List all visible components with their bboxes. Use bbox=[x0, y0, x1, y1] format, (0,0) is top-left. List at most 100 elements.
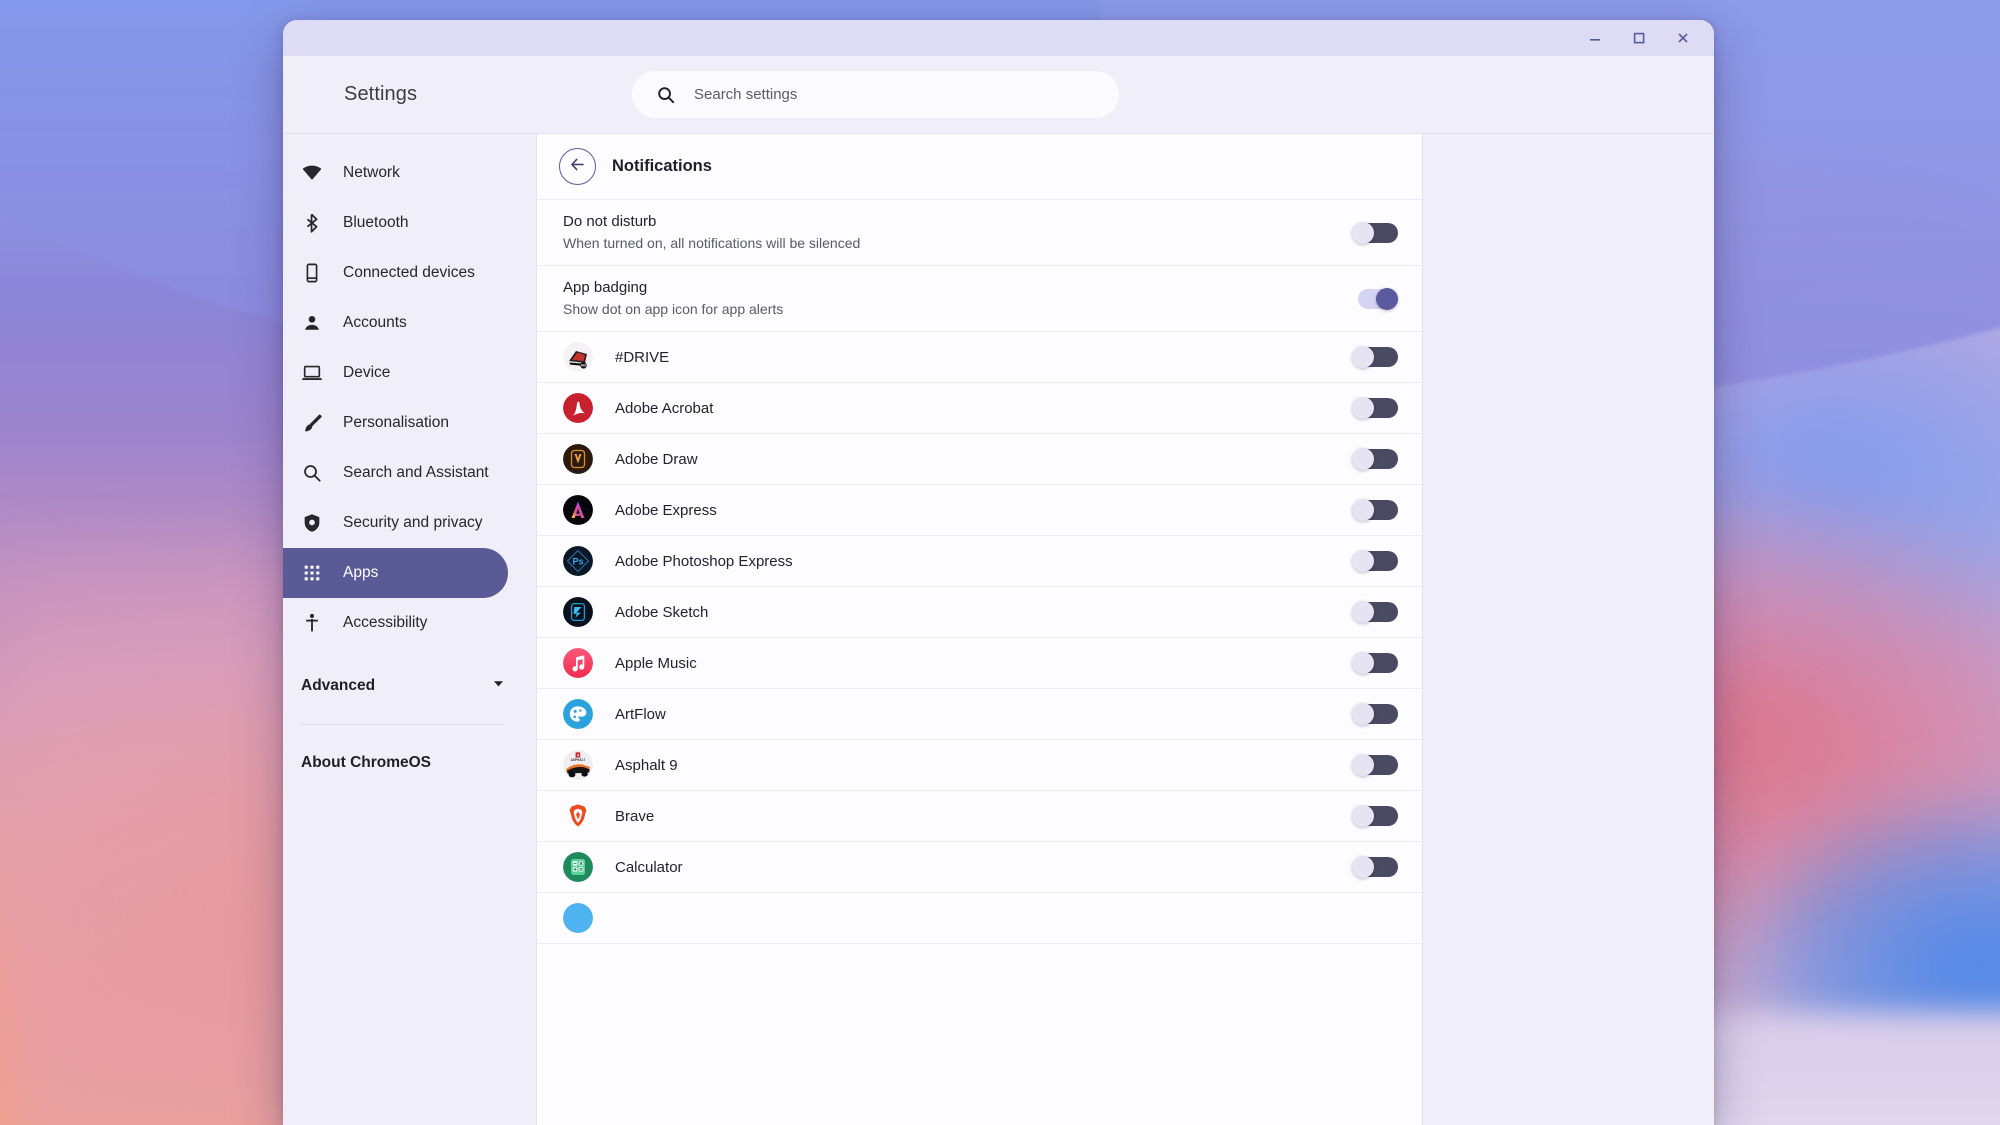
sidebar-item-bluetooth[interactable]: Bluetooth bbox=[283, 198, 508, 248]
app-badging-toggle[interactable] bbox=[1352, 287, 1398, 310]
settings-sidebar: Network Bluetooth Connected devices Acco… bbox=[283, 134, 536, 1125]
back-button[interactable] bbox=[559, 148, 596, 185]
app-notification-toggle[interactable] bbox=[1352, 652, 1398, 674]
app-name: Brave bbox=[615, 807, 655, 825]
search-input[interactable] bbox=[694, 86, 1074, 103]
app-notification-toggle[interactable] bbox=[1352, 550, 1398, 572]
app-notification-list: HD #DRIVE Adobe Acrobat Adobe Draw Adobe… bbox=[537, 332, 1422, 1125]
app-row-partial[interactable] bbox=[537, 893, 1422, 944]
maximize-button[interactable] bbox=[1618, 23, 1660, 53]
app-name: Adobe Express bbox=[615, 501, 717, 519]
do-not-disturb-toggle[interactable] bbox=[1352, 221, 1398, 244]
settings-window: Settings Network bbox=[283, 20, 1714, 1125]
sidebar-item-label: Accounts bbox=[343, 314, 407, 331]
setting-subtitle: Show dot on app icon for app alerts bbox=[563, 301, 784, 318]
sidebar-item-label: Connected devices bbox=[343, 264, 475, 281]
svg-text:ASPHALT: ASPHALT bbox=[571, 758, 586, 762]
app-row-artflow[interactable]: ArtFlow bbox=[537, 689, 1422, 740]
asphalt9-icon: 9 ASPHALT bbox=[563, 750, 593, 780]
toggle-knob bbox=[1352, 805, 1374, 827]
app-row-adobe-sketch[interactable]: Adobe Sketch bbox=[537, 587, 1422, 638]
minimize-button[interactable] bbox=[1574, 23, 1616, 53]
app-row-apple-music[interactable]: Apple Music bbox=[537, 638, 1422, 689]
phone-icon bbox=[301, 262, 323, 284]
app-row-adobe-acrobat[interactable]: Adobe Acrobat bbox=[537, 383, 1422, 434]
app-row-hashdrive[interactable]: HD #DRIVE bbox=[537, 332, 1422, 383]
content-area: Notifications Do not disturb When turned… bbox=[536, 134, 1714, 1125]
app-row-asphalt-9[interactable]: 9 ASPHALT Asphalt 9 bbox=[537, 740, 1422, 791]
sidebar-item-network[interactable]: Network bbox=[283, 148, 508, 198]
setting-title: Do not disturb bbox=[563, 213, 657, 231]
page-title: Notifications bbox=[612, 157, 712, 175]
app-name: ArtFlow bbox=[615, 705, 666, 723]
sidebar-item-accessibility[interactable]: Accessibility bbox=[283, 598, 508, 648]
toggle-knob bbox=[1352, 754, 1374, 776]
sidebar-about-label: About ChromeOS bbox=[301, 754, 432, 771]
brave-icon bbox=[563, 801, 593, 831]
sidebar-advanced-label: Advanced bbox=[301, 677, 376, 694]
app-notification-toggle[interactable] bbox=[1352, 499, 1398, 521]
svg-text:Ps: Ps bbox=[572, 557, 583, 567]
app-notification-toggle[interactable] bbox=[1352, 601, 1398, 623]
search-bar[interactable] bbox=[632, 71, 1119, 118]
toggle-knob bbox=[1352, 652, 1374, 674]
sidebar-item-about-chromeos[interactable]: About ChromeOS bbox=[283, 738, 536, 788]
app-notification-toggle[interactable] bbox=[1352, 448, 1398, 470]
maximize-icon bbox=[1633, 32, 1645, 44]
arrow-left-icon bbox=[568, 155, 587, 179]
toggle-knob bbox=[1352, 703, 1374, 725]
app-notification-toggle[interactable] bbox=[1352, 346, 1398, 368]
toggle-knob bbox=[1352, 856, 1374, 878]
app-notification-toggle[interactable] bbox=[1352, 397, 1398, 419]
app-name: Calculator bbox=[615, 858, 683, 876]
sidebar-item-label: Security and privacy bbox=[343, 514, 483, 531]
toggle-knob bbox=[1352, 601, 1374, 623]
sidebar-item-security-privacy[interactable]: Security and privacy bbox=[283, 498, 508, 548]
toggle-knob bbox=[1376, 287, 1398, 310]
close-icon bbox=[1678, 33, 1688, 43]
setting-subtitle: When turned on, all notifications will b… bbox=[563, 235, 861, 252]
photoshop-icon: Ps bbox=[563, 546, 593, 576]
app-row-adobe-express[interactable]: Adobe Express bbox=[537, 485, 1422, 536]
search-icon bbox=[656, 85, 676, 105]
adobedraw-icon bbox=[563, 444, 593, 474]
toggle-knob bbox=[1352, 499, 1374, 521]
adobesketch-icon bbox=[563, 597, 593, 627]
app-name: Asphalt 9 bbox=[615, 756, 678, 774]
app-notification-toggle[interactable] bbox=[1352, 856, 1398, 878]
hashdrive-icon: HD bbox=[563, 342, 593, 372]
toggle-knob bbox=[1352, 397, 1374, 419]
setting-row-do-not-disturb[interactable]: Do not disturb When turned on, all notif… bbox=[537, 200, 1422, 266]
page-header: Notifications bbox=[537, 134, 1422, 200]
app-row-calculator[interactable]: Calculator bbox=[537, 842, 1422, 893]
app-row-adobe-photoshop-express[interactable]: Ps Adobe Photoshop Express bbox=[537, 536, 1422, 587]
sidebar-item-device[interactable]: Device bbox=[283, 348, 508, 398]
app-title: Settings bbox=[344, 83, 418, 105]
app-name: Apple Music bbox=[615, 654, 697, 672]
app-notification-toggle[interactable] bbox=[1352, 754, 1398, 776]
brush-icon bbox=[301, 412, 323, 434]
app-notification-toggle[interactable] bbox=[1352, 805, 1398, 827]
setting-row-app-badging[interactable]: App badging Show dot on app icon for app… bbox=[537, 266, 1422, 332]
sidebar-advanced-toggle[interactable]: Advanced bbox=[283, 661, 536, 711]
app-name: Adobe Sketch bbox=[615, 603, 709, 621]
applemusic-icon bbox=[563, 648, 593, 678]
sidebar-item-accounts[interactable]: Accounts bbox=[283, 298, 508, 348]
sidebar-item-search-assistant[interactable]: Search and Assistant bbox=[283, 448, 508, 498]
notifications-card: Notifications Do not disturb When turned… bbox=[536, 134, 1422, 1125]
close-button[interactable] bbox=[1662, 23, 1704, 53]
app-row-adobe-draw[interactable]: Adobe Draw bbox=[537, 434, 1422, 485]
sidebar-item-personalisation[interactable]: Personalisation bbox=[283, 398, 508, 448]
sidebar-item-connected-devices[interactable]: Connected devices bbox=[283, 248, 508, 298]
app-row-brave[interactable]: Brave bbox=[537, 791, 1422, 842]
app-notification-toggle[interactable] bbox=[1352, 703, 1398, 725]
minimize-icon bbox=[1590, 39, 1600, 41]
sidebar-item-apps[interactable]: Apps bbox=[283, 548, 508, 598]
svg-text:HD: HD bbox=[581, 364, 586, 368]
svg-text:9: 9 bbox=[577, 754, 579, 758]
chevron-down-icon bbox=[491, 676, 506, 696]
artflow-icon bbox=[563, 699, 593, 729]
search-icon bbox=[301, 462, 323, 484]
sidebar-item-label: Device bbox=[343, 364, 391, 381]
adobeexpress-icon bbox=[563, 495, 593, 525]
